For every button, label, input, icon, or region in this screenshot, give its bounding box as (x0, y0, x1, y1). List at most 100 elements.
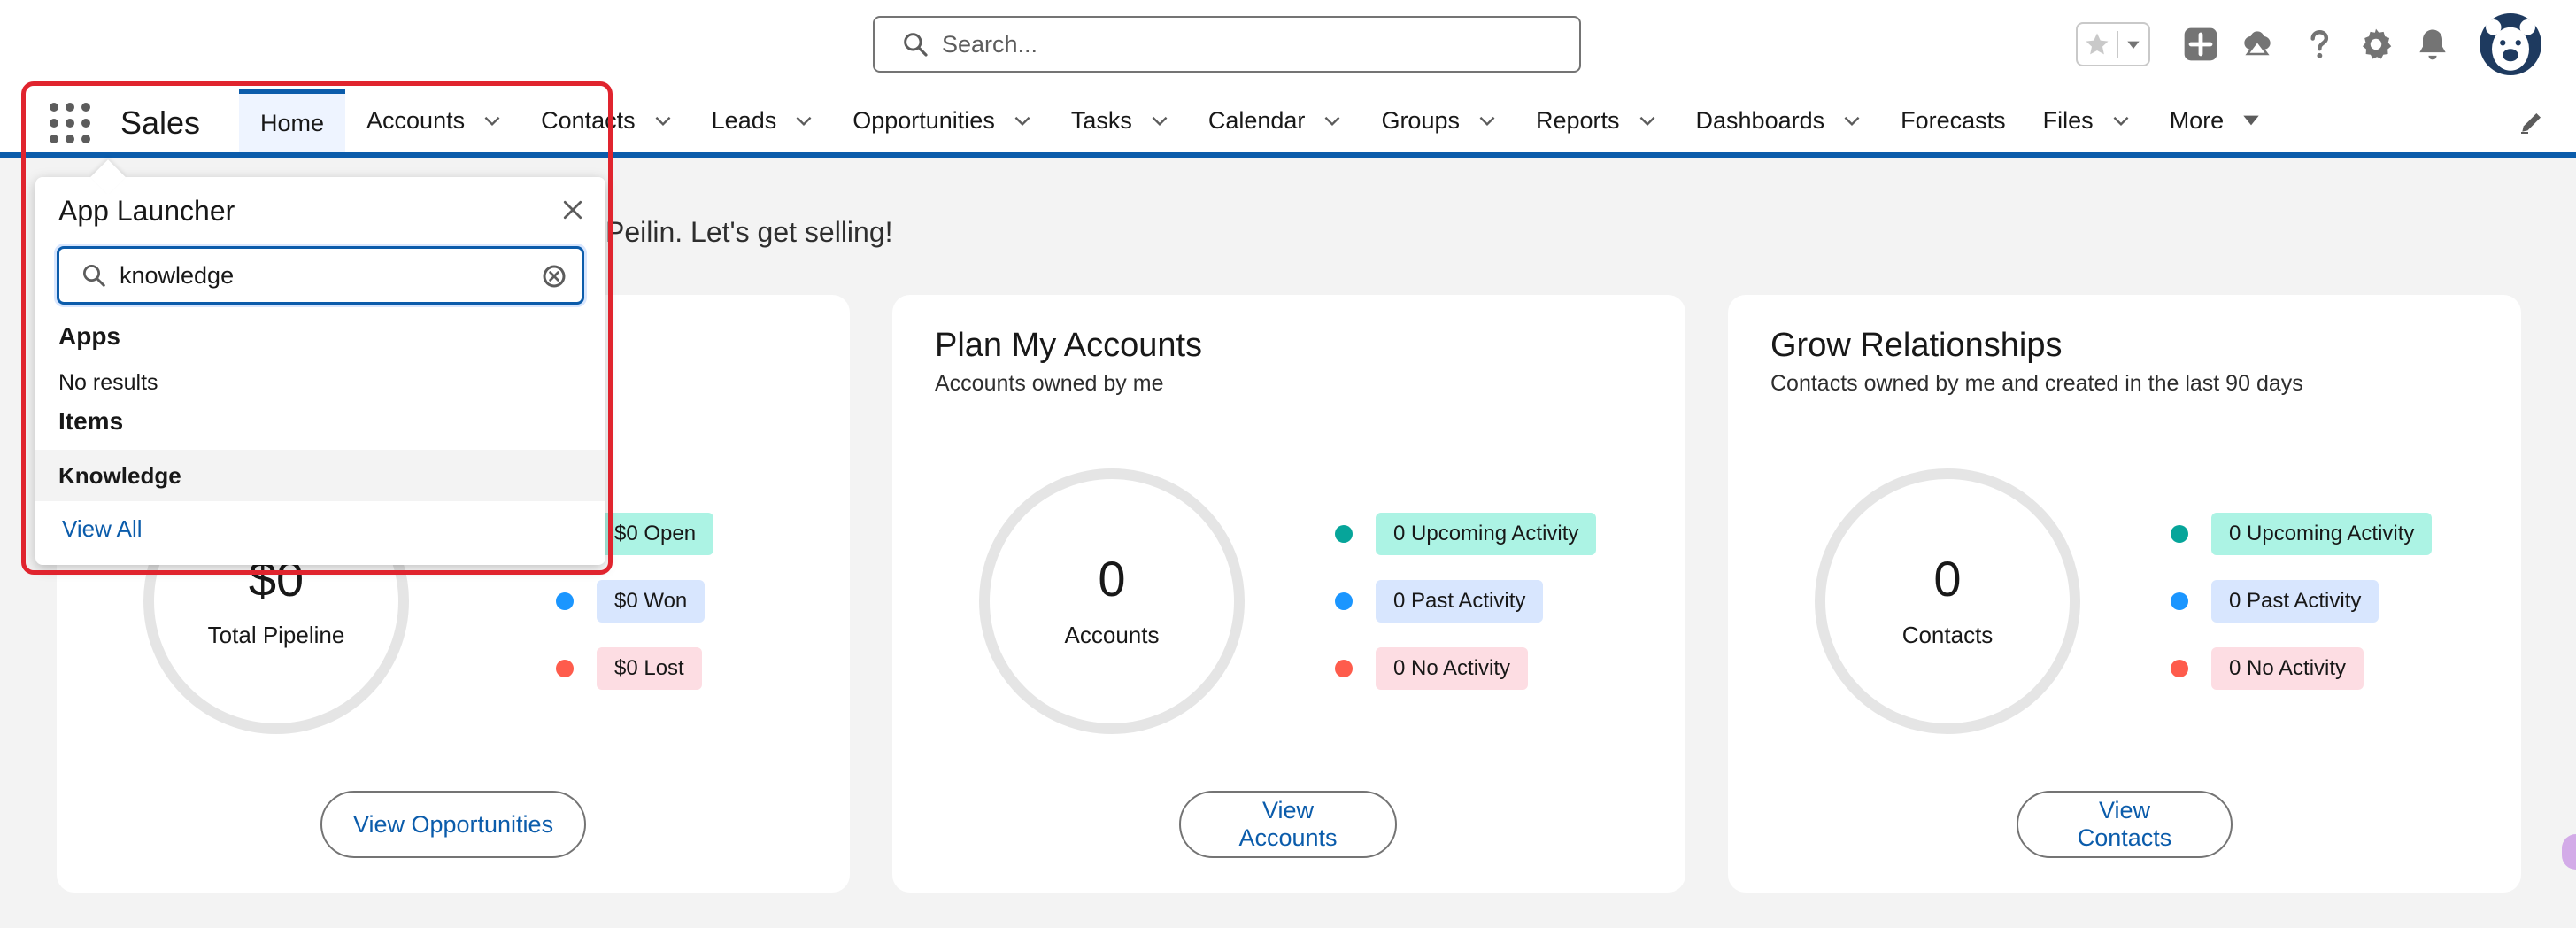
nav-item-forecasts[interactable]: Forecasts (1890, 89, 2017, 152)
favorites-group[interactable] (2076, 22, 2150, 66)
close-icon[interactable] (559, 197, 586, 223)
view-all-link[interactable]: View All (62, 515, 143, 543)
add-icon[interactable] (2176, 19, 2225, 69)
nav-item-contacts[interactable]: Contacts (530, 89, 685, 152)
accounts-donut: 0 Accounts (979, 468, 1245, 734)
legend-dot (1335, 660, 1353, 677)
nav-item-label: Dashboards (1695, 106, 1825, 134)
search-icon (83, 265, 105, 287)
chevron-down-icon[interactable] (2109, 109, 2133, 132)
legend-pill[interactable]: $0 Lost (597, 647, 702, 690)
donut-label: Accounts (1064, 621, 1160, 648)
legend-pill[interactable]: 0 Past Activity (2211, 580, 2379, 623)
legend-dot (1335, 592, 1353, 610)
chevron-down-icon[interactable] (792, 109, 815, 132)
legend-dot (2171, 525, 2188, 543)
favorites-star-icon[interactable] (2078, 31, 2118, 58)
nav-item-files[interactable]: Files (2032, 89, 2143, 152)
legend-dot (1335, 525, 1353, 543)
notifications-bell-icon[interactable] (2408, 19, 2457, 69)
apps-no-results: No results (58, 370, 158, 395)
greeting-text: Peilin. Let's get selling! (605, 216, 893, 248)
plan-accounts-card: Plan My Accounts Accounts owned by me 0 … (892, 295, 1685, 893)
apps-heading: Apps (58, 322, 120, 350)
global-search[interactable] (873, 16, 1581, 73)
nav-item-more[interactable]: More (2159, 89, 2274, 152)
app-nav-bar: Sales Home Accounts Contacts Leads Oppor… (0, 89, 2576, 158)
nav-item-label: Groups (1381, 106, 1460, 134)
legend-pill[interactable]: 0 Upcoming Activity (1376, 513, 1597, 555)
nav-item-label: Files (2042, 106, 2094, 134)
legend-pill[interactable]: 0 Upcoming Activity (2211, 513, 2433, 555)
nav-item-label: More (2169, 106, 2225, 134)
launcher-search-input[interactable] (120, 261, 536, 290)
search-icon (904, 33, 928, 57)
grow-relationships-card: Grow Relationships Contacts owned by me … (1728, 295, 2521, 893)
legend-pill[interactable]: $0 Won (597, 580, 706, 623)
trailhead-icon[interactable] (2233, 19, 2282, 69)
card-subtitle: Contacts owned by me and created in the … (1770, 371, 2303, 396)
legend-dot (2171, 592, 2188, 610)
nav-item-dashboards[interactable]: Dashboards (1685, 89, 1875, 152)
legend-row: 0 Past Activity (2171, 578, 2432, 624)
legend-dot (2171, 660, 2188, 677)
nav-item-label: Accounts (366, 106, 466, 134)
legend-row: 0 Upcoming Activity (2171, 511, 2433, 557)
app-name: Sales (120, 104, 201, 141)
chevron-down-icon[interactable] (1636, 109, 1659, 132)
nav-item-label: Contacts (541, 106, 636, 134)
donut-label: Contacts (1901, 621, 1994, 648)
card-title: Grow Relationships (1770, 327, 2063, 364)
card-subtitle: Accounts owned by me (935, 371, 1164, 396)
avatar[interactable] (2479, 12, 2542, 76)
setup-gear-icon[interactable] (2351, 19, 2401, 69)
launcher-search-field[interactable] (57, 246, 584, 305)
chevron-down-icon[interactable] (1011, 109, 1034, 132)
legend-pill[interactable]: $0 Open (597, 513, 714, 555)
legend-row: 0 Upcoming Activity (1335, 511, 1597, 557)
chevron-down-icon[interactable] (1148, 109, 1171, 132)
help-icon[interactable] (2294, 19, 2344, 69)
clear-search-icon[interactable] (541, 263, 567, 290)
caret-down-icon[interactable] (2240, 109, 2263, 132)
favorites-dropdown-icon[interactable] (2118, 35, 2148, 53)
chevron-down-icon[interactable] (1476, 109, 1499, 132)
nav-item-home[interactable]: Home (239, 89, 346, 152)
launcher-item-knowledge[interactable]: Knowledge (35, 450, 605, 501)
nav-item-calendar[interactable]: Calendar (1198, 89, 1355, 152)
card-title: Plan My Accounts (935, 327, 1203, 364)
chevron-down-icon[interactable] (1321, 109, 1344, 132)
accounts-legend: 0 Upcoming Activity 0 Past Activity 0 No… (1335, 511, 1597, 713)
chevron-down-icon[interactable] (652, 109, 675, 132)
contacts-donut: 0 Contacts (1815, 468, 2080, 734)
legend-pill[interactable]: 0 No Activity (1376, 647, 1529, 690)
edit-nav-pencil-icon[interactable] (2518, 108, 2546, 136)
nav-item-label: Reports (1535, 106, 1620, 134)
legend-row: $0 Lost (556, 646, 713, 692)
contacts-legend: 0 Upcoming Activity 0 Past Activity 0 No… (2171, 511, 2433, 713)
view-opportunities-button[interactable]: View Opportunities (320, 791, 586, 858)
legend-row: 0 Past Activity (1335, 578, 1596, 624)
nav-item-groups[interactable]: Groups (1370, 89, 1509, 152)
legend-pill[interactable]: 0 No Activity (2211, 647, 2364, 690)
app-launcher-waffle-icon[interactable] (50, 103, 90, 143)
view-contacts-button[interactable]: View Contacts (2017, 791, 2233, 858)
chevron-down-icon[interactable] (481, 109, 504, 132)
chevron-down-icon[interactable] (1840, 109, 1863, 132)
global-search-input[interactable] (942, 30, 1544, 58)
nav-item-reports[interactable]: Reports (1525, 89, 1670, 152)
nav-item-opportunities[interactable]: Opportunities (842, 89, 1045, 152)
nav-item-tasks[interactable]: Tasks (1060, 89, 1182, 152)
nav-item-label: Calendar (1207, 106, 1306, 134)
legend-row: 0 No Activity (2171, 646, 2432, 692)
view-accounts-button[interactable]: View Accounts (1179, 791, 1397, 858)
legend-dot (556, 592, 574, 610)
legend-pill[interactable]: 0 Past Activity (1376, 580, 1544, 623)
side-panel-tab[interactable] (2562, 834, 2576, 870)
nav-item-leads[interactable]: Leads (701, 89, 827, 152)
legend-dot (556, 660, 574, 677)
donut-value: 0 (1933, 550, 1962, 607)
nav-item-label: Opportunities (852, 106, 995, 134)
popover-arrow (90, 159, 126, 195)
nav-item-accounts[interactable]: Accounts (356, 89, 514, 152)
